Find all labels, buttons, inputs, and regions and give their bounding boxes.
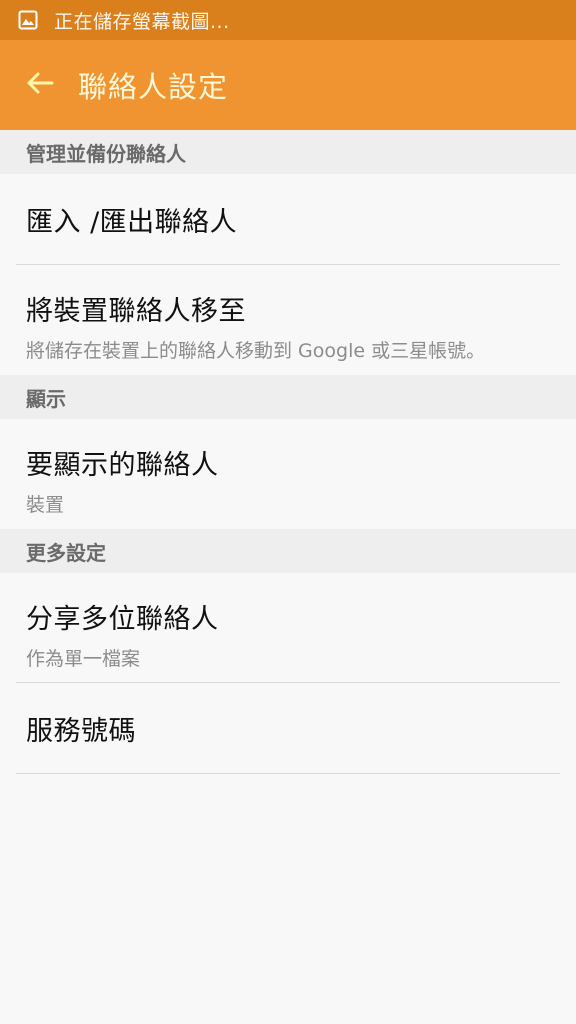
contacts-to-display-item[interactable]: 要顯示的聯絡人 裝置	[0, 419, 576, 529]
app-bar: 聯絡人設定	[0, 40, 576, 130]
divider	[16, 773, 560, 774]
item-title: 要顯示的聯絡人	[26, 450, 219, 481]
section-header-display: 顯示	[0, 375, 576, 419]
item-title: 分享多位聯絡人	[26, 604, 219, 635]
image-icon	[18, 10, 38, 30]
back-button[interactable]	[24, 69, 56, 101]
item-title: 匯入 /匯出聯絡人	[26, 207, 238, 238]
status-bar: 正在儲存螢幕截圖...	[0, 0, 576, 40]
move-device-contacts-item[interactable]: 將裝置聯絡人移至 將儲存在裝置上的聯絡人移動到 Google 或三星帳號。	[0, 265, 576, 375]
item-title: 將裝置聯絡人移至	[26, 296, 246, 327]
import-export-contacts-item[interactable]: 匯入 /匯出聯絡人	[0, 174, 576, 265]
page-title: 聯絡人設定	[78, 70, 229, 104]
section-header-more-settings: 更多設定	[0, 529, 576, 573]
service-numbers-item[interactable]: 服務號碼	[0, 683, 576, 774]
share-multiple-contacts-item[interactable]: 分享多位聯絡人 作為單一檔案	[0, 573, 576, 683]
item-subtitle: 將儲存在裝置上的聯絡人移動到 Google 或三星帳號。	[26, 340, 486, 362]
status-text: 正在儲存螢幕截圖...	[54, 10, 230, 33]
arrow-left-icon	[26, 71, 54, 99]
item-subtitle: 作為單一檔案	[26, 648, 141, 670]
item-subtitle: 裝置	[26, 494, 65, 516]
item-title: 服務號碼	[26, 716, 136, 747]
section-header-manage-backup: 管理並備份聯絡人	[0, 130, 576, 174]
